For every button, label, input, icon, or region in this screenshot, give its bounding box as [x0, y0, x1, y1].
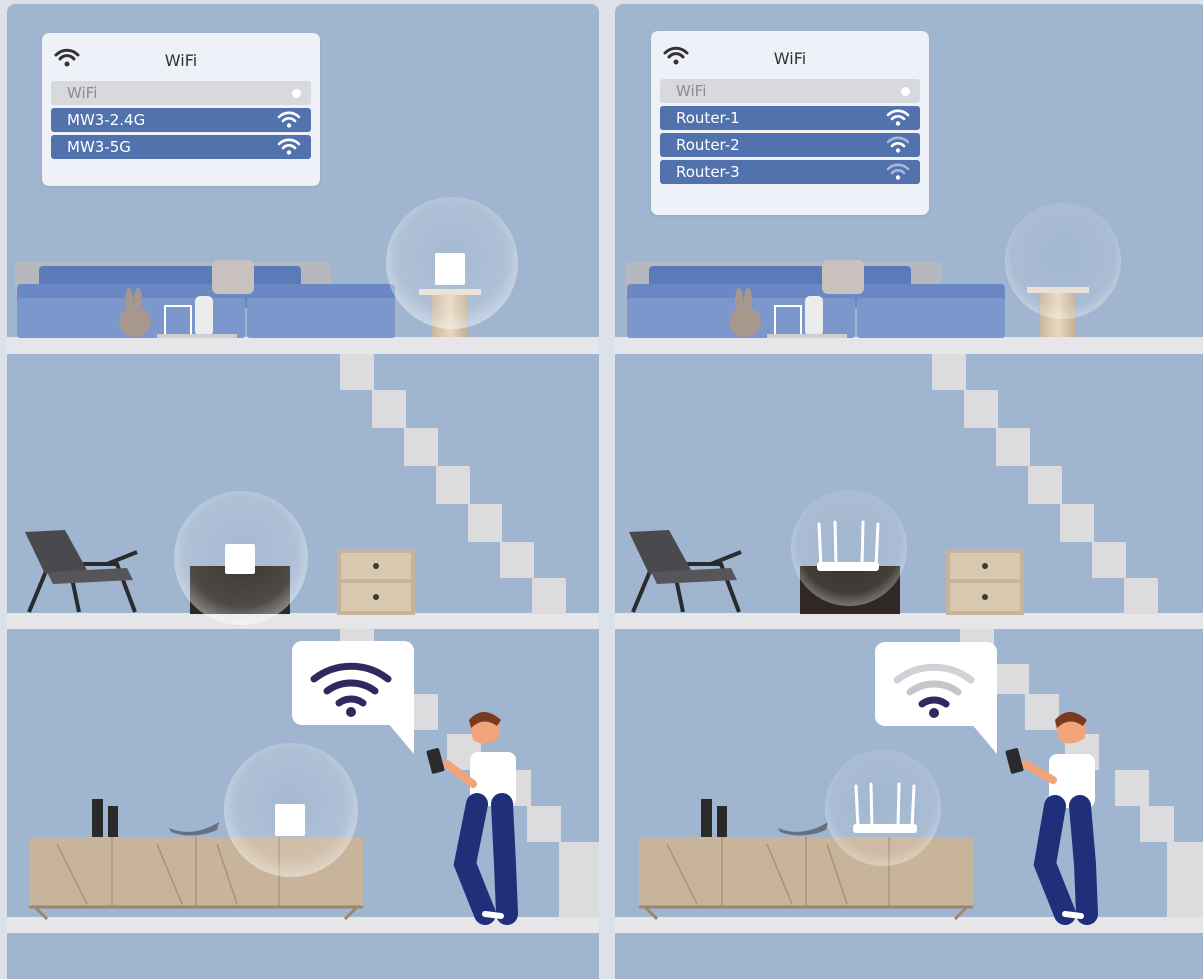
network-row[interactable]: MW3-5G	[51, 135, 311, 159]
nightstand	[946, 549, 1024, 615]
wifi-signal-weak-icon	[886, 163, 910, 180]
wifi-toggle-row[interactable]: WiFi	[660, 79, 920, 103]
network-name: MW3-5G	[67, 138, 131, 156]
wifi-signal-full-icon	[277, 138, 301, 155]
network-name: Router-2	[676, 136, 740, 154]
network-name: Router-1	[676, 109, 740, 127]
wifi-signal-full-icon	[277, 111, 301, 128]
toggle-knob[interactable]	[901, 86, 910, 96]
network-row[interactable]: Router-3	[660, 160, 920, 184]
speech-bubble	[292, 641, 414, 754]
decor-bowl	[169, 822, 219, 836]
floor-slab-top	[7, 337, 599, 354]
decor-bottle	[717, 806, 727, 837]
network-row[interactable]: Router-1	[660, 106, 920, 130]
floor-slab-top	[615, 337, 1203, 354]
armchair-back	[629, 530, 691, 574]
speech-bubble	[875, 642, 997, 754]
coverage-bubble-top	[1005, 203, 1121, 319]
floor-slab-middle	[615, 613, 1203, 629]
vase	[805, 296, 823, 336]
router-comparison-panel: WiFi WiFi Router-1 Router-2 Router-3	[615, 4, 1203, 979]
toggle-knob[interactable]	[292, 88, 301, 98]
network-row[interactable]: Router-2	[660, 133, 920, 157]
coverage-bubble-middle	[791, 490, 907, 606]
wifi-toggle-row[interactable]: WiFi	[51, 81, 311, 105]
armchair-back	[25, 530, 87, 574]
vase	[195, 296, 213, 336]
network-name: MW3-2.4G	[67, 111, 146, 129]
wifi-signal-medium-icon	[886, 136, 910, 153]
coverage-bubble-bottom	[825, 750, 941, 866]
network-name: Router-3	[676, 163, 740, 181]
decor-bottle	[701, 799, 712, 837]
card-title: WiFi	[773, 49, 807, 68]
wifi-toggle-label: WiFi	[676, 82, 707, 100]
decor-bottle	[92, 799, 103, 837]
coverage-bubble-top	[386, 197, 518, 329]
coverage-bubble-bottom	[224, 743, 358, 877]
floor-slab-middle	[7, 613, 599, 629]
decor-bottle	[108, 806, 118, 837]
nightstand	[337, 549, 415, 615]
wifi-settings-card: WiFi WiFi Router-1 Router-2 Router-3	[651, 31, 929, 215]
wifi-toggle-label: WiFi	[67, 84, 98, 102]
card-title: WiFi	[164, 51, 198, 70]
mesh-comparison-panel: WiFi WiFi MW3-2.4G MW3-5G	[7, 4, 599, 979]
wifi-settings-card: WiFi WiFi MW3-2.4G MW3-5G	[42, 33, 320, 186]
network-row[interactable]: MW3-2.4G	[51, 108, 311, 132]
decor-bowl	[778, 822, 828, 836]
coverage-bubble-middle	[174, 491, 308, 625]
wifi-signal-full-icon	[886, 109, 910, 126]
floor-slab-bottom	[615, 917, 1203, 933]
